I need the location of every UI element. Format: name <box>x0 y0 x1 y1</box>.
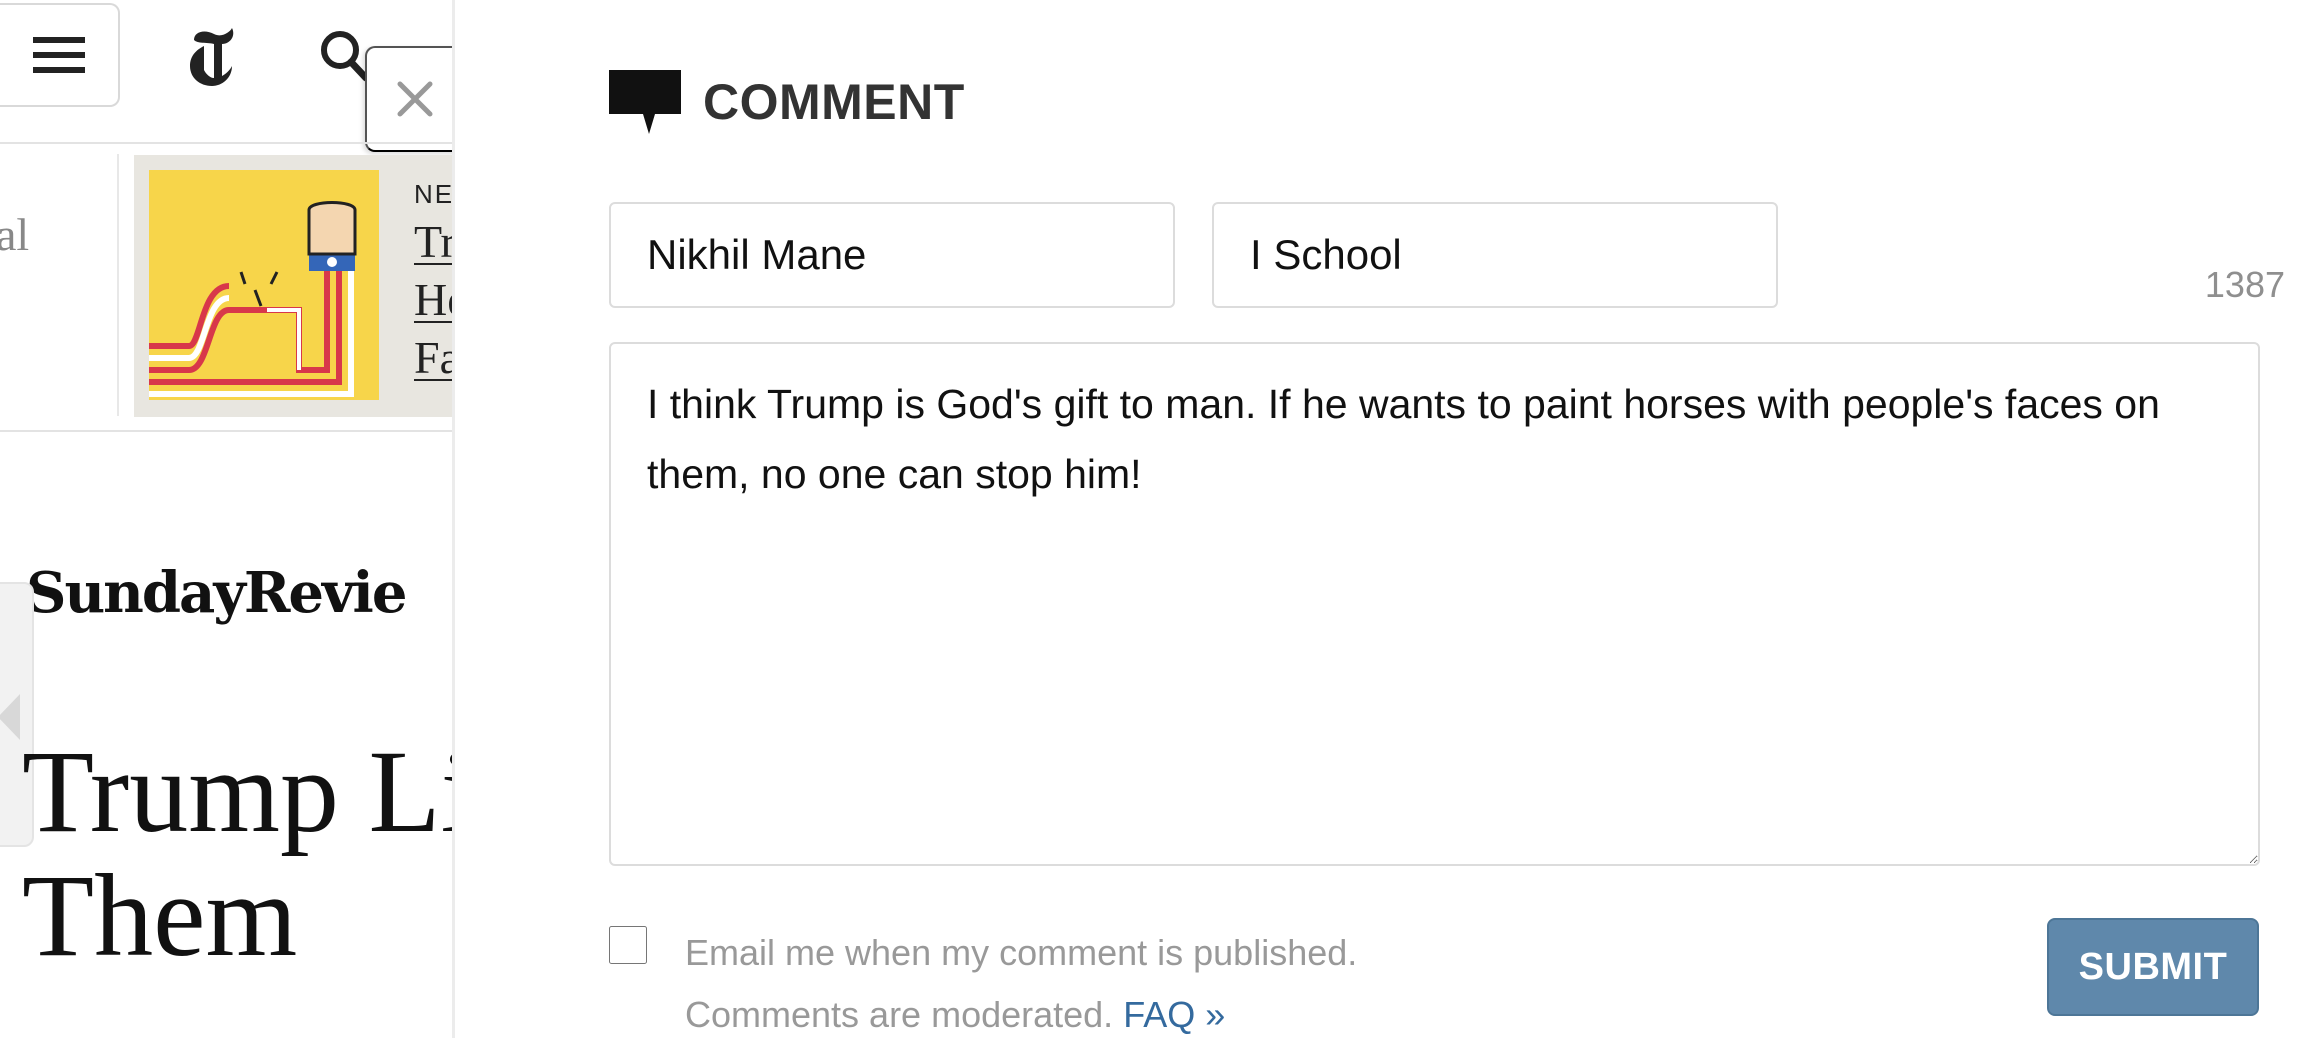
nyt-t-logo-icon[interactable] <box>184 26 240 88</box>
promo-kicker: NE <box>414 179 455 209</box>
email-notify-label[interactable]: Email me when my comment is published. <box>685 932 1357 974</box>
email-notify-checkbox[interactable] <box>609 926 647 964</box>
hamburger-menu-icon <box>33 37 85 73</box>
close-comment-panel-button[interactable] <box>365 46 455 152</box>
article-title-line: Trump Li <box>22 726 455 857</box>
speech-bubble-icon <box>609 70 681 134</box>
menu-button[interactable] <box>0 3 120 107</box>
promo-headline-line[interactable]: He <box>414 271 455 329</box>
submit-button[interactable]: SUBMIT <box>2047 918 2259 1016</box>
broken-arm-illustration <box>149 201 357 397</box>
related-article-promo[interactable]: NE Tr He Fa <box>134 155 455 417</box>
comment-heading: COMMENT <box>609 70 965 134</box>
promo-illustration <box>149 170 379 400</box>
location-field[interactable] <box>1212 202 1778 308</box>
promo-bottom-divider <box>0 430 455 432</box>
moderation-note: Comments are moderated. FAQ » <box>685 994 1225 1036</box>
promo-divider <box>117 154 119 416</box>
promo-headline-line[interactable]: Fa <box>414 329 455 387</box>
search-icon[interactable] <box>318 28 370 82</box>
comment-textarea[interactable]: I think Trump is God's gift to man. If h… <box>609 342 2260 866</box>
section-label[interactable]: SundayRevie <box>26 560 407 626</box>
name-field[interactable] <box>609 202 1175 308</box>
comment-title: COMMENT <box>703 74 965 130</box>
article-pane: al NE Tr He Fa Sund <box>0 0 455 1038</box>
comment-panel: COMMENT 1387 I think Trump is God's gift… <box>455 0 2314 1038</box>
chevron-left-icon[interactable] <box>0 690 24 744</box>
promo-headline[interactable]: Tr He Fa <box>414 213 455 387</box>
previous-promo-snippet[interactable]: al <box>0 208 29 261</box>
moderation-text: Comments are moderated. <box>685 994 1124 1035</box>
character-counter: 1387 <box>2204 264 2285 305</box>
article-title-line: Them <box>22 850 298 981</box>
promo-headline-line[interactable]: Tr <box>414 213 455 271</box>
header-divider <box>0 142 455 144</box>
article-title: Trump Li Them <box>22 730 455 978</box>
close-icon <box>397 81 433 117</box>
faq-link[interactable]: FAQ » <box>1123 994 1225 1035</box>
